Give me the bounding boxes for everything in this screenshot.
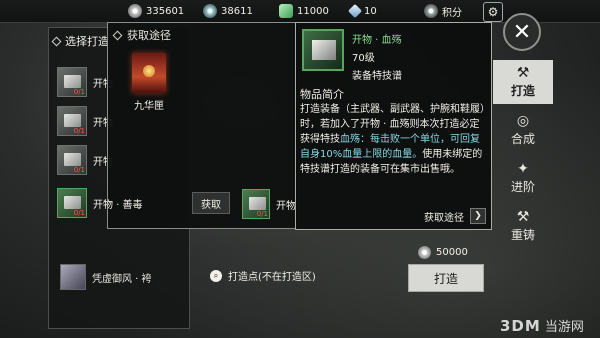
- tab-label: 打造: [510, 83, 535, 98]
- watermark: 3DM 当游网: [500, 316, 584, 336]
- item-type: 装备特技谱: [352, 71, 402, 82]
- coin-icon: [128, 4, 142, 18]
- acquire-route-button[interactable]: 获取途径 ❯: [414, 207, 486, 225]
- currency-value: 11000: [297, 5, 329, 17]
- tab-recast[interactable]: ⚒ 重铸: [493, 204, 553, 248]
- watermark-text: 当游网: [544, 320, 584, 335]
- currency-value: 38611: [221, 5, 253, 17]
- close-icon: ✕: [512, 19, 532, 45]
- craft-list-header: 选择打造: [49, 30, 109, 52]
- currency-points[interactable]: 积分: [424, 3, 462, 19]
- currency-jade: 11000: [279, 3, 329, 19]
- search-icon: ⌕: [210, 269, 222, 282]
- list-item[interactable]: 0/1 开物: [242, 186, 296, 222]
- synthesis-icon: ◎: [516, 112, 530, 129]
- currency-coin: 335601: [128, 3, 184, 19]
- currency-value: 积分: [442, 7, 462, 19]
- item-detail-panel: 开物 · 血殇 70级 装备特技谱 物品简介 打造装备（主武器、副武器、护腕和鞋…: [295, 22, 492, 230]
- gem-icon: [347, 3, 363, 19]
- acquire-popup-header: 获取途径: [112, 27, 171, 43]
- treasure-box-icon: [132, 53, 166, 93]
- diamond-bullet-icon: [112, 30, 123, 40]
- tab-label: 重铸: [510, 227, 535, 242]
- item-level: 70级: [352, 53, 375, 64]
- coin-icon: [418, 246, 431, 259]
- jade-icon: [279, 4, 293, 18]
- tab-label: 合成: [510, 131, 535, 146]
- currency-gem: 10: [347, 3, 377, 19]
- craft-location-label: 打造点(不在打造区): [228, 272, 316, 283]
- currency-silver: 38611: [203, 3, 253, 19]
- watermark-logo: 3DM: [500, 316, 541, 335]
- item-icon: [302, 29, 344, 71]
- currency-value: 10: [364, 5, 377, 17]
- acquire-route-label: 获取途径: [424, 212, 464, 224]
- item-thumbnail: 0/1: [57, 67, 87, 97]
- close-button[interactable]: ✕: [503, 13, 541, 51]
- get-button[interactable]: 获取: [192, 192, 230, 214]
- settings-button[interactable]: ⚙: [483, 2, 503, 22]
- anvil-icon: ⚒: [516, 64, 530, 81]
- chevron-right-icon: ❯: [470, 208, 486, 224]
- craft-button[interactable]: 打造: [408, 264, 484, 292]
- item-thumbnail: 0/1: [57, 145, 87, 175]
- points-icon: [424, 4, 438, 18]
- hammer-icon: ⚒: [516, 208, 530, 225]
- item-name: 开物: [276, 200, 296, 212]
- craft-list-title: 选择打造: [65, 35, 109, 48]
- currency-value: 335601: [146, 5, 185, 17]
- list-item[interactable]: 凭虚御风 · 袴: [60, 264, 152, 290]
- tab-advance[interactable]: ✦ 进阶: [493, 156, 553, 200]
- tab-synthesis[interactable]: ◎ 合成: [493, 108, 553, 152]
- silver-icon: [203, 4, 217, 18]
- craft-cost-value: 50000: [436, 247, 468, 258]
- diamond-bullet-icon: [51, 36, 62, 46]
- gear-icon: ⚙: [487, 5, 499, 19]
- section-heading: 物品简介: [300, 88, 344, 101]
- item-thumbnail: 0/1: [242, 189, 270, 219]
- craft-location[interactable]: ⌕ 打造点(不在打造区): [210, 268, 316, 283]
- acquire-popup-title: 获取途径: [127, 29, 171, 42]
- side-nav: ⚒ 打造 ◎ 合成 ✦ 进阶 ⚒ 重铸: [493, 60, 553, 250]
- acquire-source-item[interactable]: 九华匣: [118, 53, 180, 135]
- item-name: 开物 · 善毒: [93, 199, 143, 211]
- tab-craft[interactable]: ⚒ 打造: [493, 60, 553, 104]
- craft-cost: 50000: [418, 246, 468, 259]
- item-name: 凭虚御风 · 袴: [92, 273, 152, 285]
- acquire-source-label: 九华匣: [134, 101, 164, 112]
- item-thumbnail: 0/1: [57, 188, 87, 218]
- item-title: 开物 · 血殇: [352, 35, 402, 46]
- item-description: 打造装备（主武器、副武器、护腕和鞋履）时，若加入了开物 · 血殇则本次打造必定获…: [300, 102, 486, 177]
- item-thumbnail: [60, 264, 86, 290]
- tab-label: 进阶: [510, 179, 535, 194]
- advance-icon: ✦: [517, 160, 529, 177]
- item-thumbnail: 0/1: [57, 106, 87, 136]
